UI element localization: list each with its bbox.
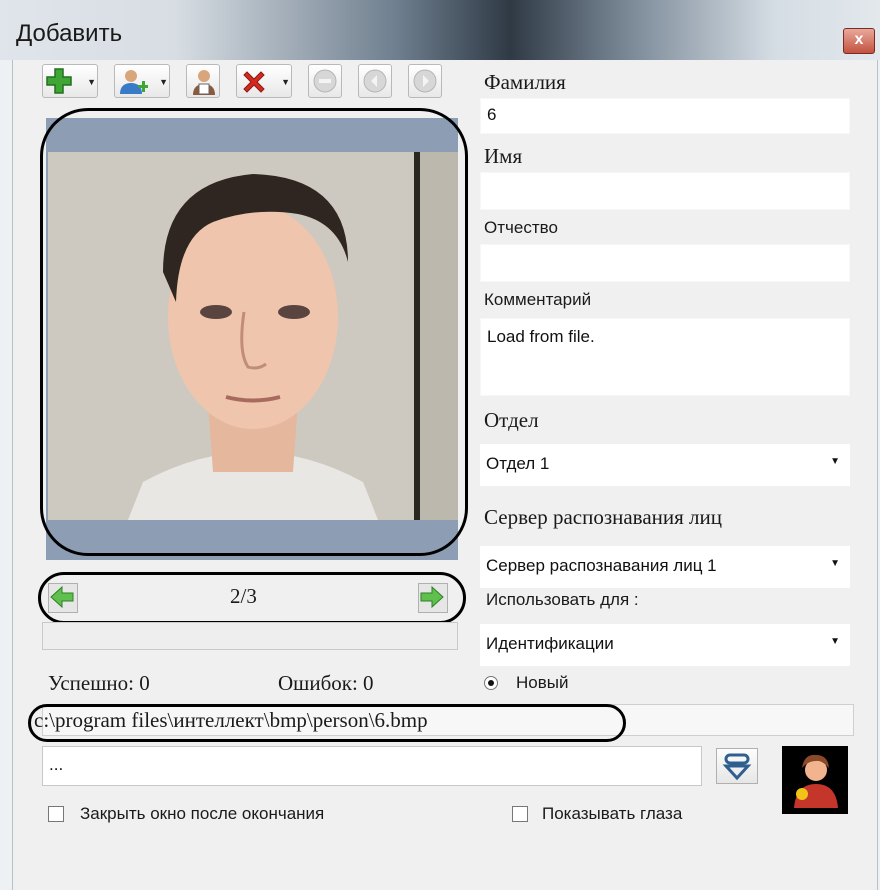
face-recognition-icon xyxy=(794,754,838,808)
show-eyes-checkbox[interactable] xyxy=(512,806,528,822)
surname-label: Фамилия xyxy=(484,70,566,94)
server-select[interactable]: Сервер распознавания лиц 1 ▼ xyxy=(480,546,850,588)
department-select[interactable]: Отдел 1 ▼ xyxy=(480,444,850,486)
title-bar[interactable]: Добавить x xyxy=(0,0,880,60)
back-icon xyxy=(363,69,387,93)
chevron-down-icon: ▼ xyxy=(281,77,290,87)
photo-highlight-oval xyxy=(40,108,468,556)
department-label: Отдел xyxy=(484,408,539,432)
delete-button[interactable]: ▼ xyxy=(236,64,292,98)
person-add-icon xyxy=(120,70,148,94)
new-radio[interactable]: Новый xyxy=(484,673,634,697)
show-eyes-label: Показывать глаза xyxy=(542,804,683,823)
use-for-select[interactable]: Идентификации ▼ xyxy=(480,624,850,666)
path-highlight-oval xyxy=(28,704,626,742)
stop-button[interactable] xyxy=(308,64,342,98)
delete-x-icon xyxy=(243,71,265,93)
progress-bar xyxy=(42,622,458,650)
plus-icon xyxy=(46,68,72,94)
server-label: Сервер распознавания лиц xyxy=(484,505,722,529)
surname-field[interactable]: 6 xyxy=(480,98,850,134)
server-value: Сервер распознавания лиц 1 xyxy=(486,556,717,575)
comment-field[interactable]: Load from file. xyxy=(480,318,850,396)
success-count: Успешно: 0 xyxy=(48,671,150,695)
new-radio-label: Новый xyxy=(516,673,569,692)
radio-selected-icon xyxy=(484,676,498,690)
comment-label: Комментарий xyxy=(484,290,592,309)
close-icon: x xyxy=(854,31,864,48)
nav-highlight-oval xyxy=(38,572,466,624)
close-after-checkbox[interactable] xyxy=(48,806,64,822)
recognize-face-button[interactable] xyxy=(782,746,848,814)
error-count: Ошибок: 0 xyxy=(278,671,374,695)
close-after-label: Закрыть окно после окончания xyxy=(80,804,325,823)
close-button[interactable]: x xyxy=(843,28,875,54)
folder-browse-button[interactable] xyxy=(716,748,758,784)
browse-icon xyxy=(722,753,752,781)
folder-field[interactable]: ... xyxy=(42,746,702,786)
forward-icon xyxy=(413,69,437,93)
folder-value: ... xyxy=(49,755,64,774)
chevron-down-icon: ▼ xyxy=(159,77,168,87)
forward-button[interactable] xyxy=(408,64,442,98)
person-button[interactable] xyxy=(186,64,220,98)
chevron-down-icon: ▼ xyxy=(87,77,96,87)
back-button[interactable] xyxy=(358,64,392,98)
window-title: Добавить xyxy=(16,20,123,47)
add-dialog-window: Добавить x ▼ ▼ ▼ 2/3 Успешно: 0 Ошибок: … xyxy=(0,0,880,890)
add-person-button[interactable]: ▼ xyxy=(114,64,170,98)
add-button[interactable]: ▼ xyxy=(42,64,98,98)
chevron-down-icon: ▼ xyxy=(830,558,840,569)
department-value: Отдел 1 xyxy=(486,454,550,473)
patronymic-field[interactable] xyxy=(480,244,850,282)
name-field[interactable] xyxy=(480,172,850,210)
chevron-down-icon: ▼ xyxy=(830,636,840,647)
use-for-label: Использовать для : xyxy=(486,590,639,609)
chevron-down-icon: ▼ xyxy=(830,456,840,467)
person-icon xyxy=(193,70,215,95)
name-label: Имя xyxy=(484,144,523,168)
stop-icon xyxy=(313,69,337,93)
patronymic-label: Отчество xyxy=(484,218,558,237)
use-for-value: Идентификации xyxy=(486,634,614,653)
